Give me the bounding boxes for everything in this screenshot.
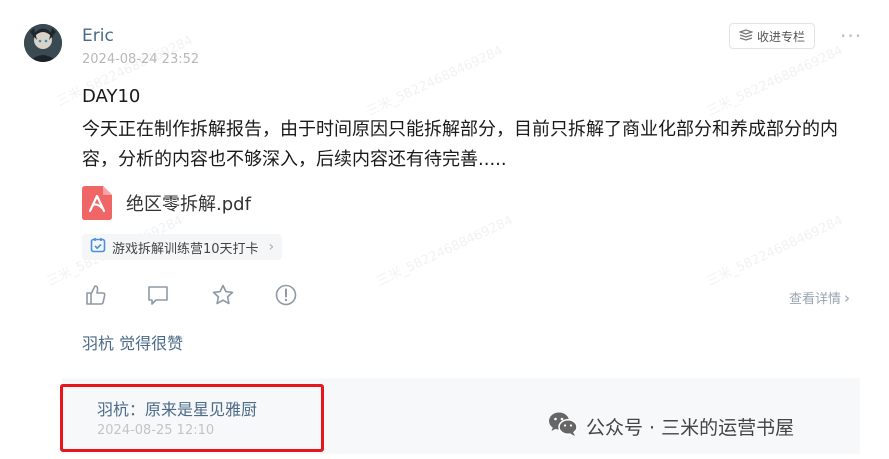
comment-button[interactable]	[145, 284, 171, 310]
report-button[interactable]	[273, 284, 299, 310]
watermark: 三米_58224688469284	[364, 43, 506, 120]
brand-text: 公众号 · 三米的运营书屋	[586, 417, 795, 439]
post-body: 今天正在制作拆解报告，由于时间原因只能拆解部分，目前只拆解了商业化部分和养成部分…	[82, 119, 838, 170]
favorite-button[interactable]	[210, 284, 236, 310]
view-details-label: 查看详情	[789, 292, 842, 307]
watermark: 三米_58224688469284	[374, 213, 516, 290]
brand-watermark: 公众号 · 三米的运营书屋	[548, 411, 794, 442]
view-details-link[interactable]: 查看详情 ›	[789, 288, 851, 308]
post-timestamp: 2024-08-24 23:52	[82, 52, 200, 67]
avatar[interactable]	[24, 24, 62, 62]
star-icon	[211, 283, 235, 311]
likes-summary: 羽杭 觉得很赞	[82, 334, 184, 353]
thumbs-up-icon	[84, 283, 108, 311]
watermark: 三米_58224688469284	[704, 43, 846, 120]
collect-icon	[738, 28, 754, 44]
comment-icon	[146, 283, 170, 311]
topic-tag[interactable]: 游戏拆解训练营10天打卡 ›	[82, 234, 283, 260]
chevron-right-icon: ›	[268, 239, 275, 255]
watermark: 三米_58224688469284	[704, 213, 846, 290]
tag-label: 游戏拆解训练营10天打卡	[112, 241, 259, 257]
highlight-box	[60, 384, 324, 452]
attachment[interactable]: 绝区零拆解.pdf	[82, 186, 251, 220]
chevron-right-icon: ›	[844, 288, 851, 307]
pdf-file-icon	[82, 186, 112, 220]
author-name[interactable]: Eric	[82, 26, 114, 46]
checkin-calendar-icon	[90, 237, 106, 257]
report-icon	[274, 283, 298, 311]
attachment-name: 绝区零拆解.pdf	[126, 194, 251, 215]
like-button[interactable]	[83, 284, 109, 310]
post-title: DAY10	[82, 86, 141, 107]
wechat-icon	[548, 411, 578, 442]
collect-to-column-button[interactable]: 收进专栏	[729, 23, 815, 49]
more-options-icon[interactable]: ···	[840, 26, 862, 46]
collect-label: 收进专栏	[756, 29, 805, 44]
